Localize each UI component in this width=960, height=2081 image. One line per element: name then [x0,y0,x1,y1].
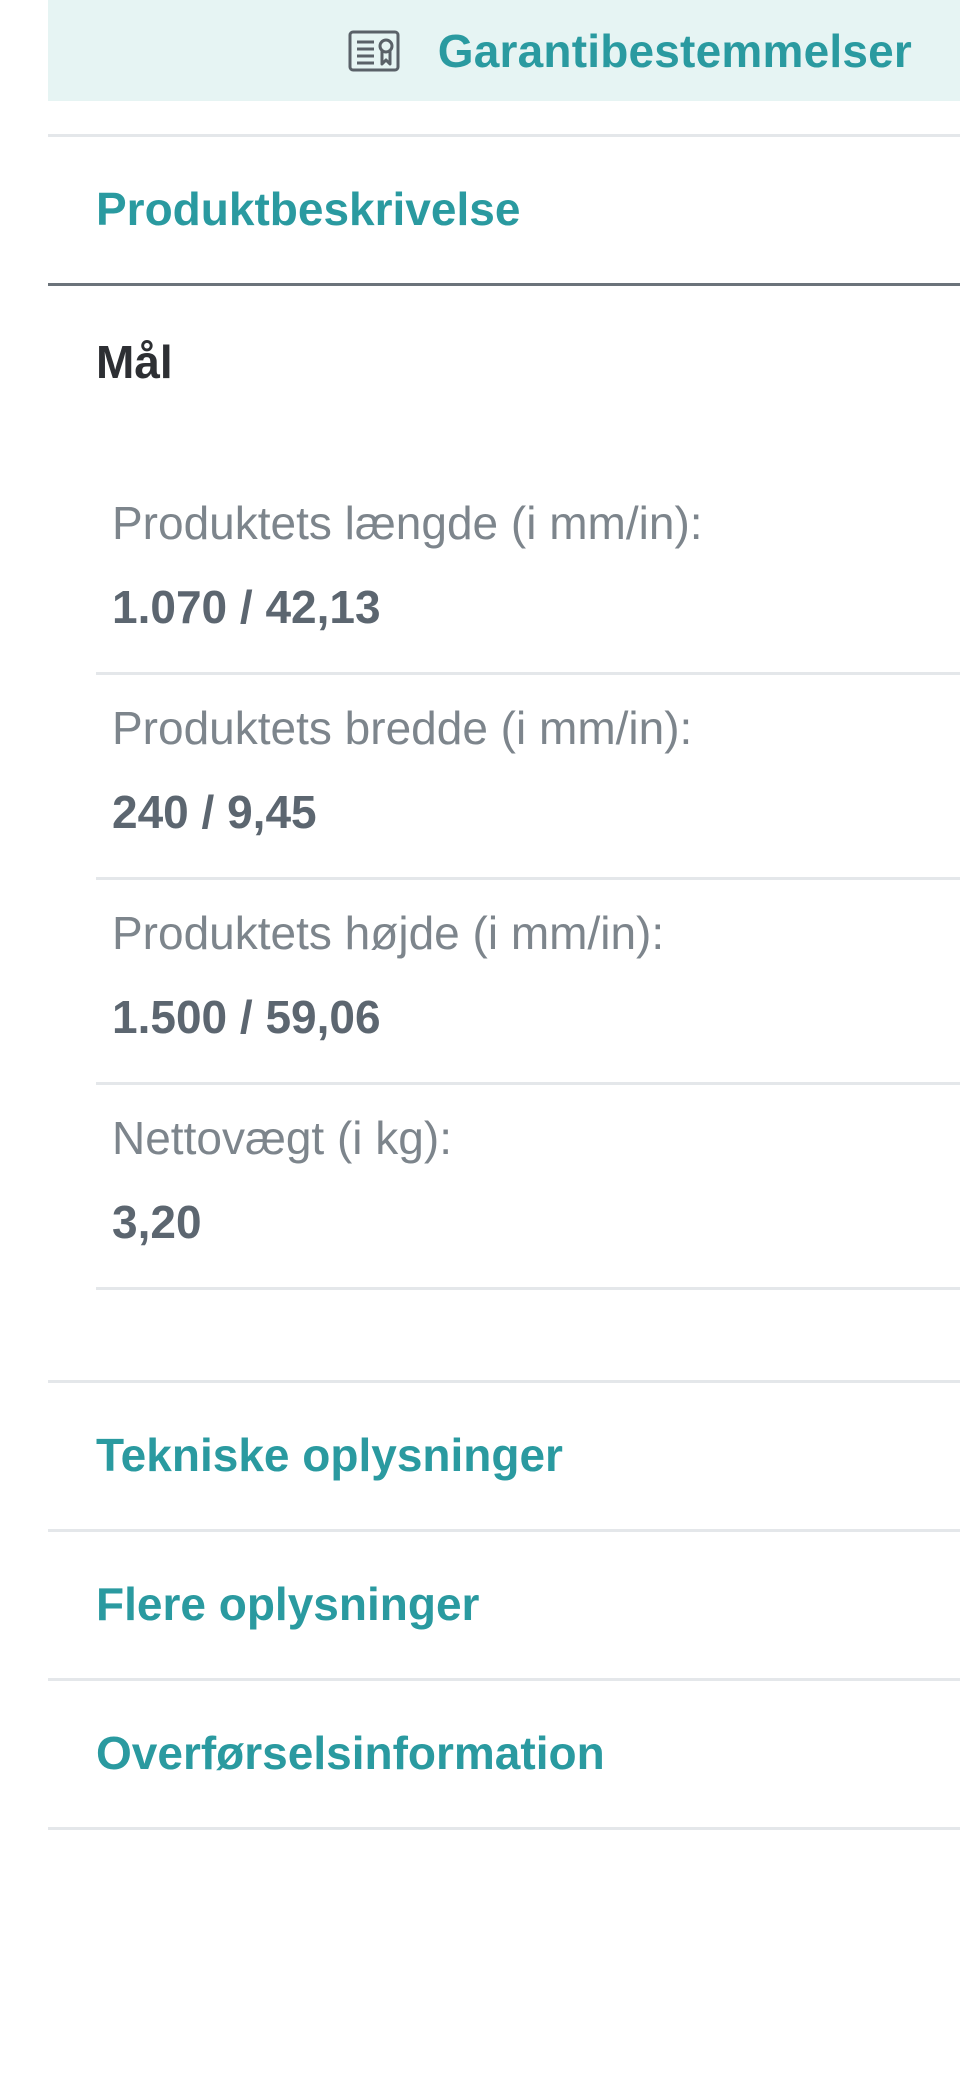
dimensions-heading: Mål [96,336,173,388]
certificate-icon [348,30,400,72]
divider [48,1827,960,1830]
spec-value: 1.070 / 42,13 [112,581,381,633]
divider [48,1678,960,1681]
spec-value: 1.500 / 59,06 [112,991,381,1043]
spec-label: Produktets bredde (i mm/in): [112,702,693,754]
accordion-transfer-info[interactable]: Overførselsinformation [96,1726,605,1780]
spec-label: Produktets højde (i mm/in): [112,907,665,959]
divider [48,134,960,137]
spec-value: 240 / 9,45 [112,786,317,838]
divider [48,283,960,286]
divider [48,1529,960,1532]
divider [48,1380,960,1383]
accordion-more-info[interactable]: Flere oplysninger [96,1577,479,1631]
spec-row-length: Produktets længde (i mm/in): 1.070 / 42,… [96,470,960,675]
spec-label: Nettovægt (i kg): [112,1112,452,1164]
warranty-terms-label: Garantibestemmelser [437,24,912,77]
dimensions-list: Produktets længde (i mm/in): 1.070 / 42,… [96,470,960,1290]
warranty-terms-link[interactable]: Garantibestemmelser [48,0,960,101]
spec-row-height: Produktets højde (i mm/in): 1.500 / 59,0… [96,880,960,1085]
spec-row-net-weight: Nettovægt (i kg): 3,20 [96,1085,960,1290]
spec-value: 3,20 [112,1196,202,1248]
spec-row-width: Produktets bredde (i mm/in): 240 / 9,45 [96,675,960,880]
spec-label: Produktets længde (i mm/in): [112,497,703,549]
accordion-product-description[interactable]: Produktbeskrivelse [96,182,520,236]
accordion-technical-info[interactable]: Tekniske oplysninger [96,1428,563,1482]
